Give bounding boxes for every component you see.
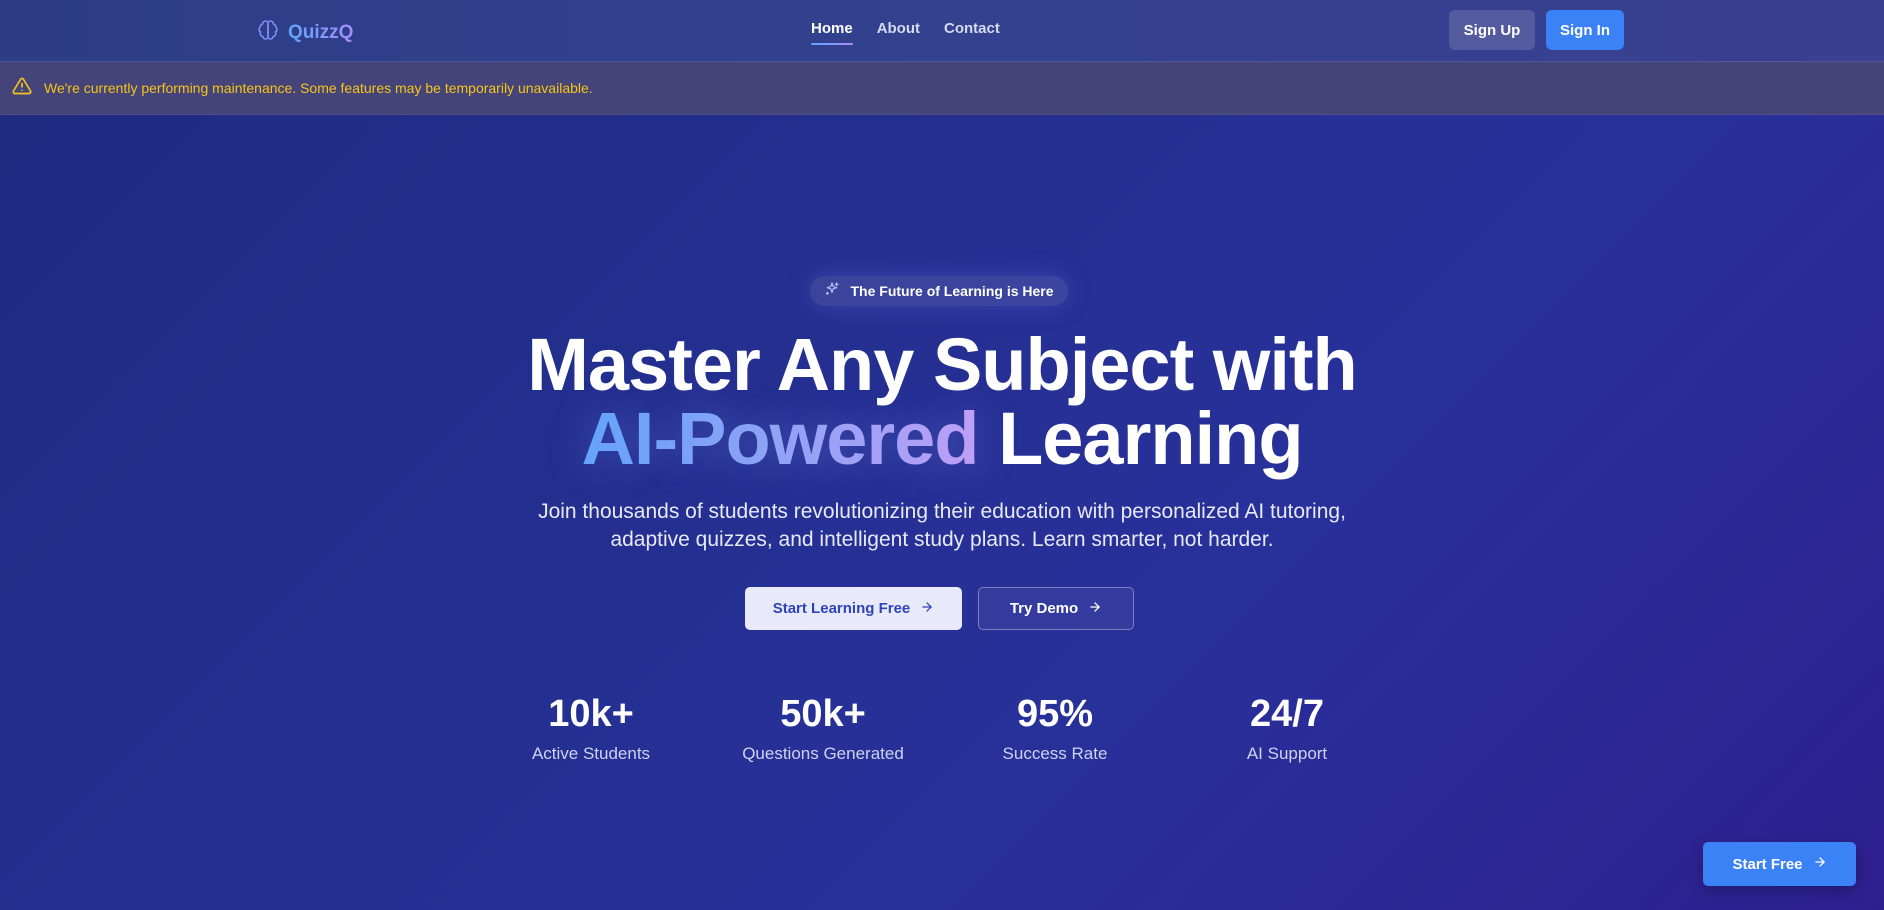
arrow-right-icon xyxy=(1088,600,1102,618)
stat-value: 95% xyxy=(1016,693,1094,735)
arrow-right-icon xyxy=(920,600,934,618)
nav-link-contact[interactable]: Contact xyxy=(944,20,1000,45)
hero-badge: The Future of Learning is Here xyxy=(810,276,1068,306)
hero-subtitle: Join thousands of students revolutionizi… xyxy=(538,500,1346,551)
try-demo-button[interactable]: Try Demo xyxy=(978,587,1134,630)
alert-message: We're currently performing maintenance. … xyxy=(44,80,593,96)
top-navbar: QuizzQ Home About Contact Sign Up Sign I… xyxy=(0,0,1884,62)
nav-link-home[interactable]: Home xyxy=(811,20,853,45)
stat-label: Questions Generated xyxy=(742,744,904,763)
sign-up-button[interactable]: Sign Up xyxy=(1449,10,1535,50)
stat-label: Active Students xyxy=(531,744,651,763)
floating-start-free-button[interactable]: Start Free xyxy=(1703,842,1856,886)
start-learning-free-button[interactable]: Start Learning Free xyxy=(745,587,962,630)
brain-icon xyxy=(256,18,280,47)
headline-line-2: AI-Powered Learning xyxy=(0,402,1884,476)
sparkles-icon xyxy=(824,281,840,302)
headline-line-2-rest: Learning xyxy=(998,397,1303,480)
headline-highlight: AI-Powered xyxy=(581,397,979,480)
sign-in-button[interactable]: Sign In xyxy=(1546,10,1624,50)
stat-value: 50k+ xyxy=(780,693,866,735)
stat-ai-support: 24/7 AI Support xyxy=(1187,690,1387,764)
try-demo-label: Try Demo xyxy=(1009,600,1079,617)
maintenance-alert: We're currently performing maintenance. … xyxy=(0,62,1884,115)
brand-name: QuizzQ xyxy=(288,21,354,43)
stat-label: Success Rate xyxy=(1002,744,1108,763)
hero-badge-text: The Future of Learning is Here xyxy=(850,283,1054,299)
arrow-right-icon xyxy=(1813,855,1827,873)
stat-label: AI Support xyxy=(1246,744,1328,763)
floating-start-free-label: Start Free xyxy=(1732,855,1803,873)
stat-value: 10k+ xyxy=(548,693,634,735)
nav-link-about[interactable]: About xyxy=(877,20,920,45)
stat-active-students: 10k+ Active Students xyxy=(491,690,691,764)
headline-line-1: Master Any Subject with xyxy=(527,323,1358,406)
start-learning-free-label: Start Learning Free xyxy=(772,600,911,617)
main-nav: Home About Contact xyxy=(811,20,1000,45)
warning-triangle-icon xyxy=(12,76,44,101)
brand-logo-link[interactable]: QuizzQ xyxy=(256,18,353,47)
stat-value: 24/7 xyxy=(1250,693,1324,735)
hero-headline: Master Any Subject with AI-Powered Learn… xyxy=(0,328,1884,476)
stat-questions-generated: 50k+ Questions Generated xyxy=(723,690,923,764)
stat-success-rate: 95% Success Rate xyxy=(955,690,1155,764)
